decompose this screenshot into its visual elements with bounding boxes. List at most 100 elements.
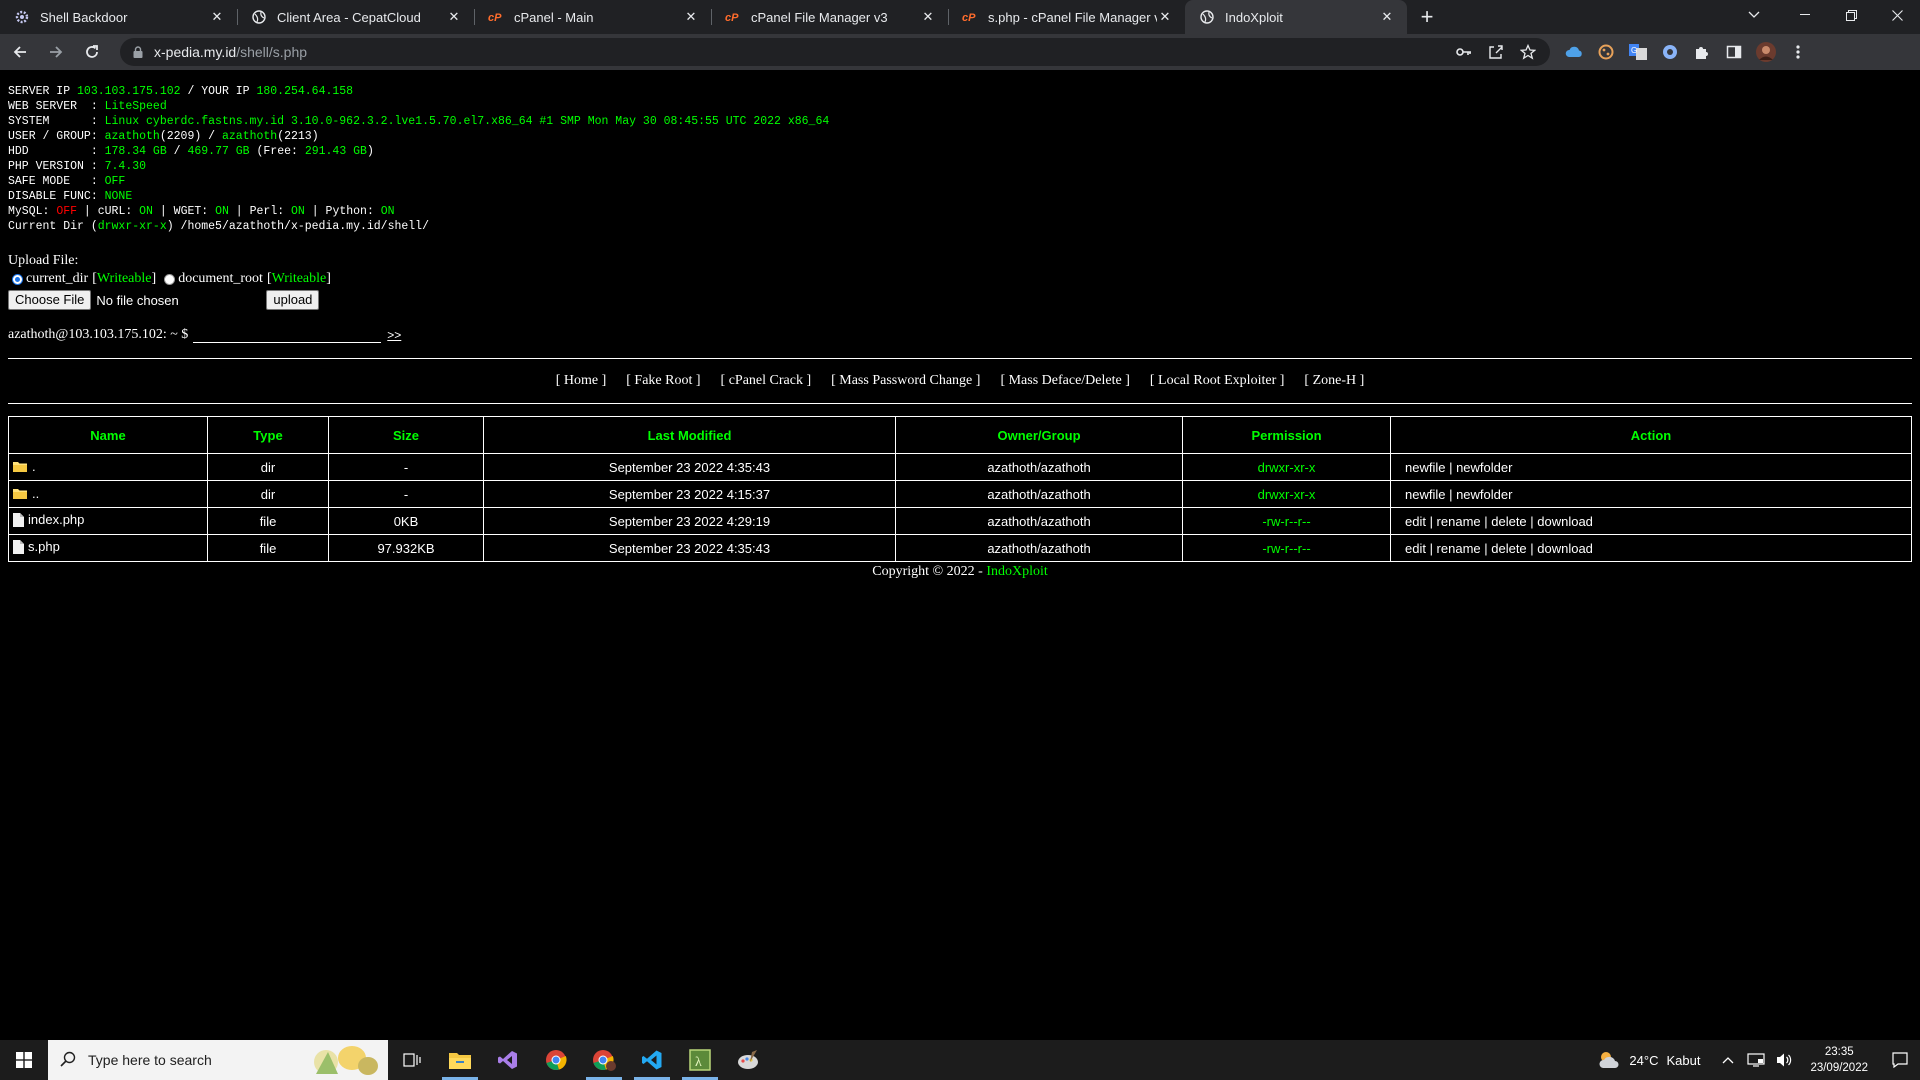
circle-extension-icon[interactable]	[1656, 38, 1684, 66]
file-type-cell: dir	[207, 480, 329, 508]
kebab-menu-icon[interactable]	[1784, 38, 1812, 66]
upload-target-options: current_dir [ Writeable ] document_root …	[8, 269, 1912, 289]
file-modified-cell: September 23 2022 4:35:43	[483, 453, 896, 481]
web-server-line: WEB SERVER : LiteSpeed	[8, 100, 167, 113]
tab-client-area[interactable]: Client Area - CepatCloud ✕	[237, 0, 474, 34]
close-icon[interactable]: ✕	[446, 9, 462, 25]
file-explorer-icon[interactable]	[436, 1040, 484, 1080]
task-view-icon[interactable]	[388, 1040, 436, 1080]
reload-icon[interactable]	[76, 36, 108, 68]
file-name-cell[interactable]: .	[8, 453, 208, 481]
visual-studio-icon[interactable]	[484, 1040, 532, 1080]
puzzle-icon[interactable]	[1688, 38, 1716, 66]
execute-button[interactable]: >>	[387, 328, 401, 342]
tab-s-php-file-manager[interactable]: cP s.php - cPanel File Manager v3 ✕	[948, 0, 1185, 34]
file-action-cell[interactable]: newfile | newfolder	[1390, 480, 1912, 508]
menu-mass-password-change[interactable]: [ Mass Password Change ]	[831, 373, 980, 389]
weather-widget[interactable]: 24°C Kabut	[1597, 1049, 1700, 1072]
system-line: SYSTEM : Linux cyberdc.fastns.my.id 3.10…	[8, 115, 830, 128]
table-row: .. dir - September 23 2022 4:15:37 azath…	[8, 480, 1912, 508]
network-icon[interactable]	[1744, 1052, 1768, 1068]
file-size-cell: -	[328, 480, 484, 508]
windows-start-icon[interactable]	[0, 1040, 48, 1080]
tab-cpanel-main[interactable]: cP cPanel - Main ✕	[474, 0, 711, 34]
document-root-radio[interactable]	[164, 273, 176, 285]
close-window-icon[interactable]	[1874, 0, 1920, 30]
footer-brand[interactable]: IndoXploit	[986, 564, 1047, 579]
file-name-cell[interactable]: ..	[8, 480, 208, 508]
menu-fake-root[interactable]: [ Fake Root ]	[626, 373, 700, 389]
extension-icons: G	[1560, 38, 1816, 66]
svg-text:G: G	[1631, 46, 1637, 55]
file-permission-cell[interactable]: drwxr-xr-x	[1182, 453, 1391, 481]
web-server: LiteSpeed	[104, 100, 167, 113]
chrome-icon[interactable]	[532, 1040, 580, 1080]
clock-date: 23/09/2022	[1810, 1062, 1868, 1074]
back-arrow-icon[interactable]	[4, 36, 36, 68]
tab-title: s.php - cPanel File Manager v3	[988, 9, 1157, 25]
tab-title: cPanel File Manager v3	[751, 9, 888, 25]
file-table: Name Type Size Last Modified Owner/Group…	[8, 416, 1912, 562]
tab-indoxploit[interactable]: IndoXploit ✕	[1185, 0, 1407, 34]
system-clock[interactable]: 23:35 23/09/2022	[1810, 1044, 1868, 1076]
close-icon[interactable]: ✕	[209, 9, 225, 25]
file-action-cell[interactable]: edit | rename | delete | download	[1390, 507, 1912, 535]
translate-extension-icon[interactable]: G	[1624, 38, 1652, 66]
new-tab-button[interactable]: +	[1413, 3, 1441, 31]
globe-icon	[1199, 9, 1215, 25]
close-icon[interactable]: ✕	[1157, 9, 1173, 25]
cookie-extension-icon[interactable]	[1592, 38, 1620, 66]
volume-icon[interactable]	[1772, 1052, 1796, 1068]
menu-home[interactable]: [ Home ]	[556, 373, 607, 389]
chevron-up-icon[interactable]	[1716, 1056, 1740, 1064]
file-icon	[13, 512, 24, 530]
file-permission-cell[interactable]: drwxr-xr-x	[1182, 480, 1391, 508]
chevron-down-icon[interactable]	[1734, 0, 1774, 30]
file-action-cell[interactable]: newfile | newfolder	[1390, 453, 1912, 481]
search-icon	[60, 1051, 76, 1070]
menu-zone-h[interactable]: [ Zone-H ]	[1304, 373, 1364, 389]
url-path: /shell/s.php	[236, 44, 308, 60]
file-name-cell[interactable]: index.php	[8, 507, 208, 535]
paint-app-icon[interactable]	[724, 1040, 772, 1080]
chrome-profile-icon[interactable]	[580, 1040, 628, 1080]
file-permission-cell[interactable]: -rw-r--r--	[1182, 507, 1391, 535]
file-permission-cell[interactable]: -rw-r--r--	[1182, 534, 1391, 562]
avatar[interactable]	[1752, 38, 1780, 66]
menu-mass-deface-delete[interactable]: [ Mass Deface/Delete ]	[1000, 373, 1129, 389]
taskbar-search-box[interactable]: Type here to search	[48, 1040, 388, 1080]
address-bar[interactable]: x-pedia.my.id/shell/s.php	[120, 38, 1550, 66]
footer-copyright: Copyright © 2022 - IndoXploit	[872, 564, 1048, 579]
lock-icon[interactable]	[130, 44, 146, 60]
cpanel-icon: cP	[725, 9, 741, 25]
writeable-status: Writeable	[96, 271, 152, 286]
php-version-line: PHP VERSION : 7.4.30	[8, 160, 147, 173]
file-owner-cell: azathoth/azathoth	[895, 534, 1183, 562]
server-ip-line: SERVER IP 103.103.175.102 / YOUR IP 180.…	[8, 85, 354, 98]
side-panel-icon[interactable]	[1720, 38, 1748, 66]
minimize-icon[interactable]	[1782, 0, 1828, 30]
restore-icon[interactable]	[1828, 0, 1874, 30]
share-icon[interactable]	[1484, 40, 1508, 64]
bookmark-star-icon[interactable]	[1516, 40, 1540, 64]
forward-arrow-icon[interactable]	[40, 36, 72, 68]
key-icon[interactable]	[1452, 40, 1476, 64]
cloud-extension-icon[interactable]	[1560, 38, 1588, 66]
tab-shell-backdoor[interactable]: Shell Backdoor ✕	[0, 0, 237, 34]
notification-icon[interactable]	[1880, 1052, 1920, 1068]
menu-local-root-exploiter[interactable]: [ Local Root Exploiter ]	[1150, 373, 1285, 389]
close-icon[interactable]: ✕	[683, 9, 699, 25]
file-action-cell[interactable]: edit | rename | delete | download	[1390, 534, 1912, 562]
vscode-icon[interactable]	[628, 1040, 676, 1080]
file-name-cell[interactable]: s.php	[8, 534, 208, 562]
close-icon[interactable]: ✕	[1379, 9, 1395, 25]
lambda-app-icon[interactable]: λ	[676, 1040, 724, 1080]
close-icon[interactable]: ✕	[920, 9, 936, 25]
menu-cpanel-crack[interactable]: [ cPanel Crack ]	[721, 373, 812, 389]
upload-button[interactable]: upload	[266, 290, 320, 310]
current-dir-radio[interactable]	[12, 273, 23, 285]
command-input[interactable]	[193, 326, 382, 343]
choose-file-button[interactable]: Choose File	[8, 290, 92, 310]
tab-cpanel-file-manager[interactable]: cP cPanel File Manager v3 ✕	[711, 0, 948, 34]
weather-condition: Kabut	[1666, 1052, 1701, 1068]
